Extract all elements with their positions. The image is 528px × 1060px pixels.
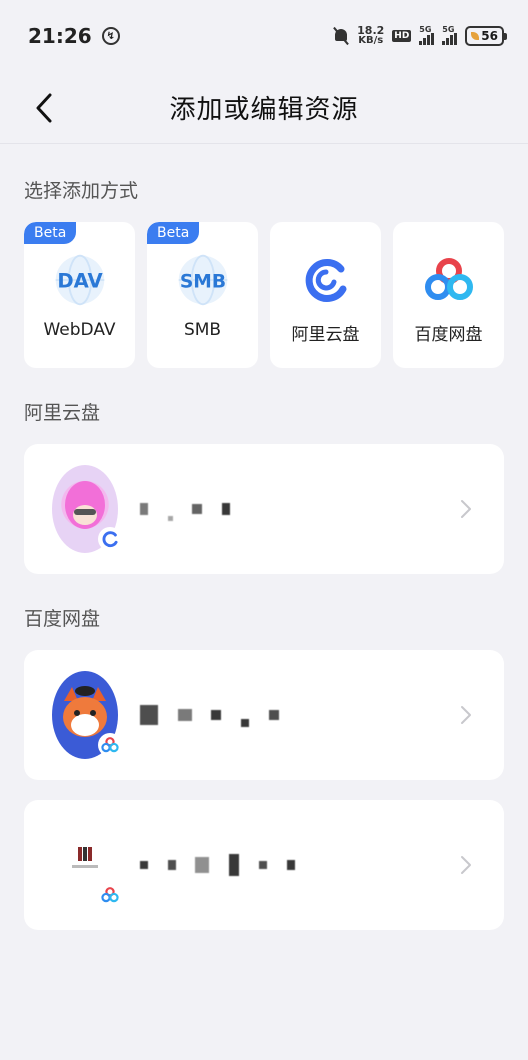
chevron-right-icon (461, 856, 471, 874)
add-method-section-title: 选择添加方式 (24, 180, 139, 202)
source-label-webdav: WebDAV (43, 320, 116, 340)
network-speed: 18.2 KB/s (357, 25, 384, 46)
mute-bell-icon (333, 27, 349, 45)
status-bar: 21:26 ↯ 18.2 KB/s HD 5G 5G 56 (0, 0, 528, 72)
hd-badge: HD (392, 30, 412, 42)
source-card-baidu[interactable]: 百度网盘 (393, 222, 504, 368)
dav-icon-text: DAV (57, 269, 103, 292)
source-card-webdav[interactable]: Beta DAV WebDAV (24, 222, 135, 368)
source-card-aliyun[interactable]: 阿里云盘 (270, 222, 381, 368)
account-name-redacted (140, 498, 236, 521)
signal-strength-icon-2: 5G (442, 25, 458, 45)
baidu-netdisk-icon (421, 252, 477, 308)
status-right: 18.2 KB/s HD 5G 5G 56 (333, 25, 507, 46)
aliyun-section-title: 阿里云盘 (24, 402, 101, 424)
beta-badge: Beta (24, 222, 77, 244)
back-arrow-icon[interactable] (28, 92, 60, 124)
page-title: 添加或编辑资源 (169, 95, 359, 125)
account-name-redacted (140, 703, 285, 727)
source-label-baidu: 百度网盘 (414, 325, 483, 345)
baidu-badge-icon (98, 733, 122, 757)
battery-level: 56 (481, 29, 498, 43)
baidu-account-card-1[interactable] (24, 650, 504, 780)
app-header: 添加或编辑资源 (0, 72, 528, 144)
source-card-smb[interactable]: Beta SMB SMB (147, 222, 258, 368)
status-left: 21:26 ↯ (28, 24, 120, 48)
baidu-account-card-2[interactable] (24, 800, 504, 930)
battery-saver-leaf-icon (471, 32, 480, 40)
aliyun-account-card[interactable] (24, 444, 504, 574)
chevron-right-icon (461, 706, 471, 724)
battery-icon: 56 (465, 26, 507, 46)
baidu-section-title: 百度网盘 (24, 608, 101, 630)
avatar (52, 465, 122, 553)
avatar (52, 671, 122, 759)
dav-icon: DAV (52, 252, 108, 308)
status-clock: 21:26 (28, 24, 92, 48)
avatar (52, 821, 122, 909)
smb-icon: SMB (175, 252, 231, 308)
smb-icon-text: SMB (179, 271, 225, 292)
beta-badge: Beta (147, 222, 200, 244)
network-speed-unit: KB/s (358, 35, 384, 46)
notification-app-icon: ↯ (101, 27, 120, 45)
signal-label-2: 5G (442, 25, 455, 34)
signal-strength-icon: 5G (419, 25, 435, 45)
chevron-right-icon (461, 500, 471, 518)
source-label-smb: SMB (183, 320, 222, 340)
aliyun-badge-icon (98, 527, 122, 551)
source-label-aliyun: 阿里云盘 (291, 325, 360, 345)
account-name-redacted (140, 854, 301, 876)
aliyun-drive-icon (298, 252, 354, 308)
signal-label: 5G (419, 25, 432, 34)
baidu-badge-icon (98, 883, 122, 907)
source-options: Beta DAV WebDAV Beta SMB SMB 阿里云盘 百度网盘 (24, 222, 504, 368)
